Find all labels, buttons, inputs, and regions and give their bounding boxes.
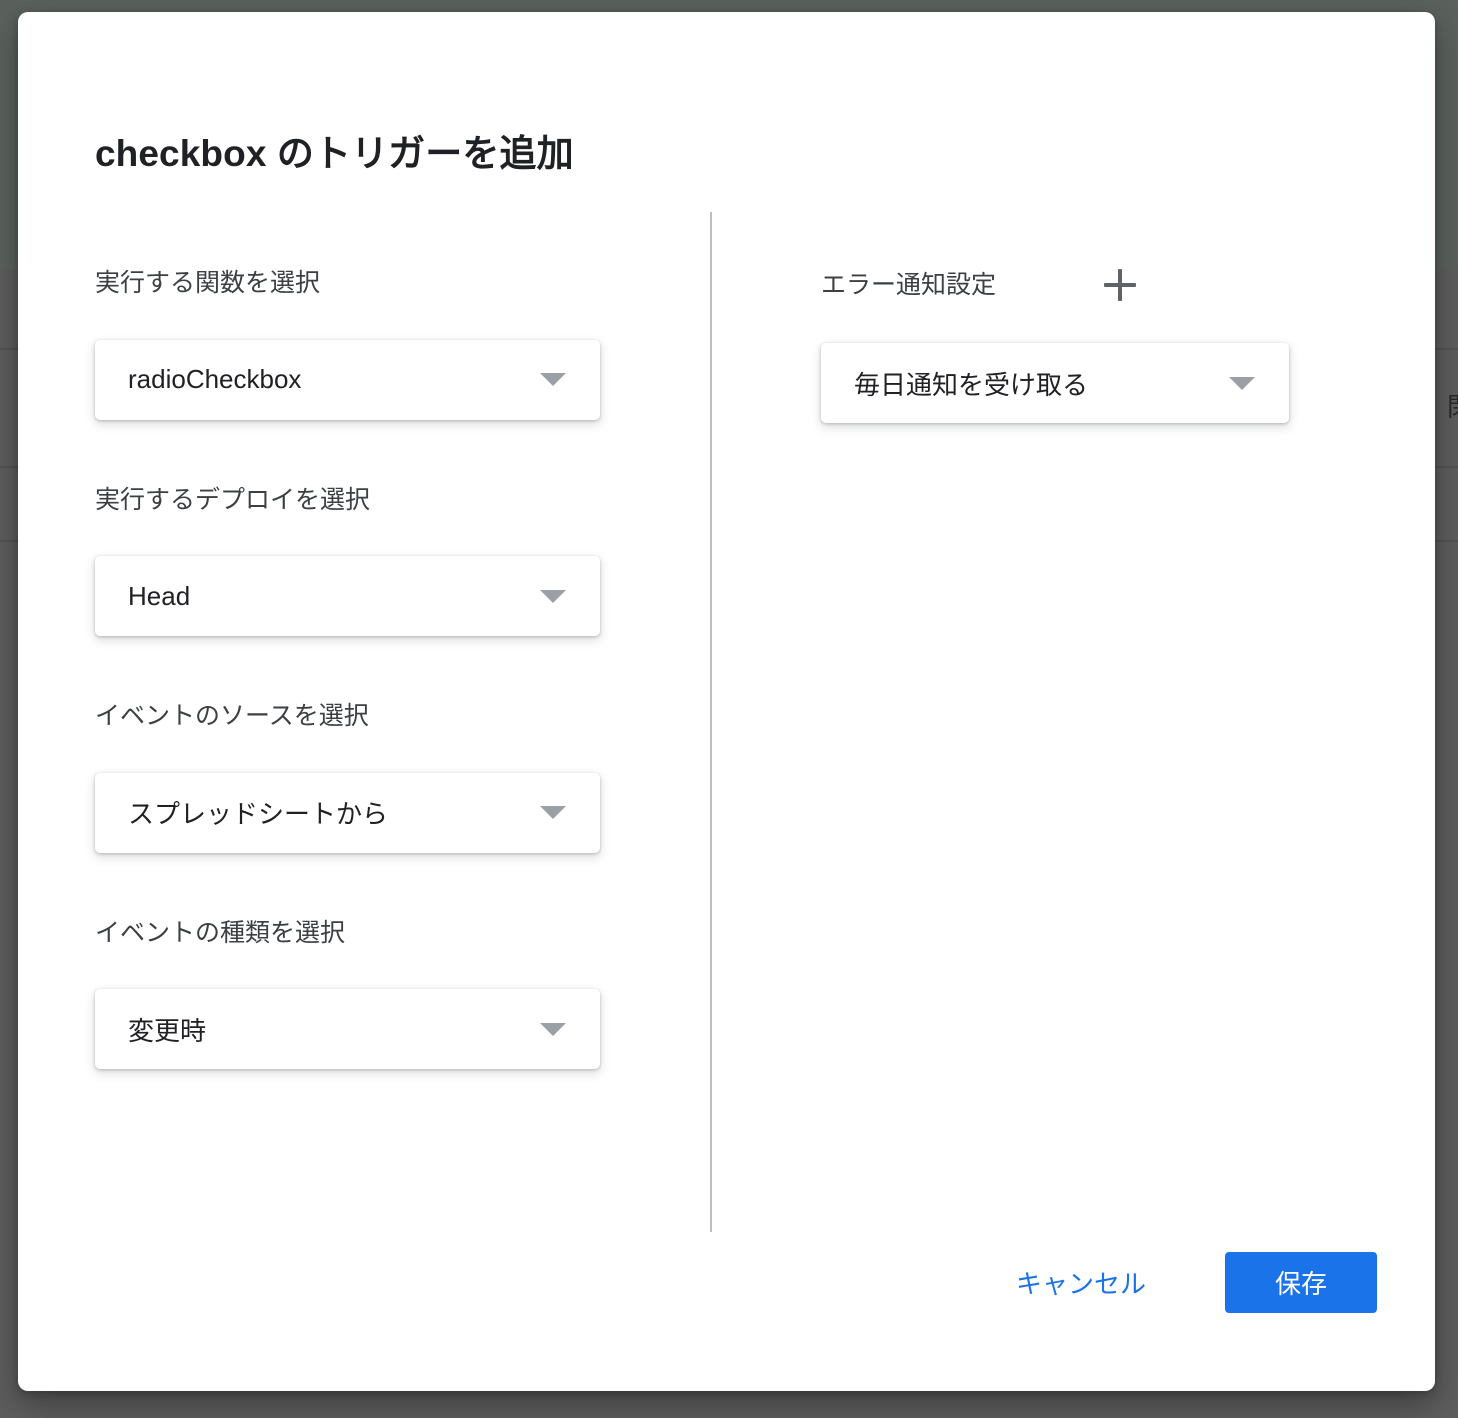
column-divider — [710, 212, 712, 1232]
function-select-value: radioCheckbox — [128, 364, 302, 394]
chevron-down-icon — [540, 589, 566, 603]
chevron-down-icon — [540, 806, 566, 819]
field-group-event-source: イベントのソースを選択 スプレッドシートから — [95, 700, 655, 853]
cancel-button[interactable]: キャンセル — [1000, 1252, 1162, 1313]
field-group-deployment: 実行するデプロイを選択 Head — [95, 484, 655, 636]
event-source-select-label: イベントのソースを選択 — [95, 702, 369, 730]
function-select[interactable]: radioCheckbox — [95, 339, 600, 420]
plus-icon[interactable] — [1102, 267, 1138, 303]
error-notification-select-value: 毎日通知を受け取る — [854, 369, 1089, 400]
event-type-select-label: イベントの種類を選択 — [95, 918, 346, 947]
deployment-select-value: Head — [128, 580, 191, 611]
add-trigger-dialog: checkbox のトリガーを追加 実行する関数を選択 radioCheckbo… — [18, 12, 1435, 1391]
error-notification-select[interactable]: 毎日通知を受け取る — [821, 343, 1289, 423]
page-title: checkbox のトリガーを追加 — [95, 131, 574, 177]
chevron-down-icon — [540, 373, 566, 386]
save-button[interactable]: 保存 — [1225, 1252, 1377, 1313]
trigger-settings-column: 実行する関数を選択 radioCheckbox 実行するデプロイを選択 Head… — [95, 267, 655, 1069]
function-select-label: 実行する関数を選択 — [95, 269, 321, 297]
error-notification-column: エラー通知設定 毎日通知を受け取る — [821, 267, 1361, 423]
chevron-down-icon — [1229, 376, 1255, 390]
error-notification-label: エラー通知設定 — [821, 270, 997, 299]
chevron-down-icon — [540, 1022, 566, 1036]
deployment-select-label: 実行するデプロイを選択 — [95, 485, 371, 514]
event-type-select[interactable]: 変更時 — [95, 989, 600, 1069]
error-notification-header: エラー通知設定 — [821, 267, 1361, 303]
event-type-select-value: 変更時 — [128, 1015, 207, 1046]
page-title-subject: checkbox — [95, 132, 267, 174]
backdrop-partial-text: 閉 — [1447, 395, 1458, 421]
field-group-function: 実行する関数を選択 radioCheckbox — [95, 267, 655, 420]
page-title-suffix: のトリガーを追加 — [266, 132, 574, 174]
deployment-select[interactable]: Head — [95, 556, 600, 636]
event-source-select[interactable]: スプレッドシートから — [95, 772, 600, 853]
dialog-actions: キャンセル 保存 — [1000, 1252, 1377, 1313]
field-group-event-type: イベントの種類を選択 変更時 — [95, 917, 655, 1069]
event-source-select-value: スプレッドシートから — [128, 799, 389, 829]
